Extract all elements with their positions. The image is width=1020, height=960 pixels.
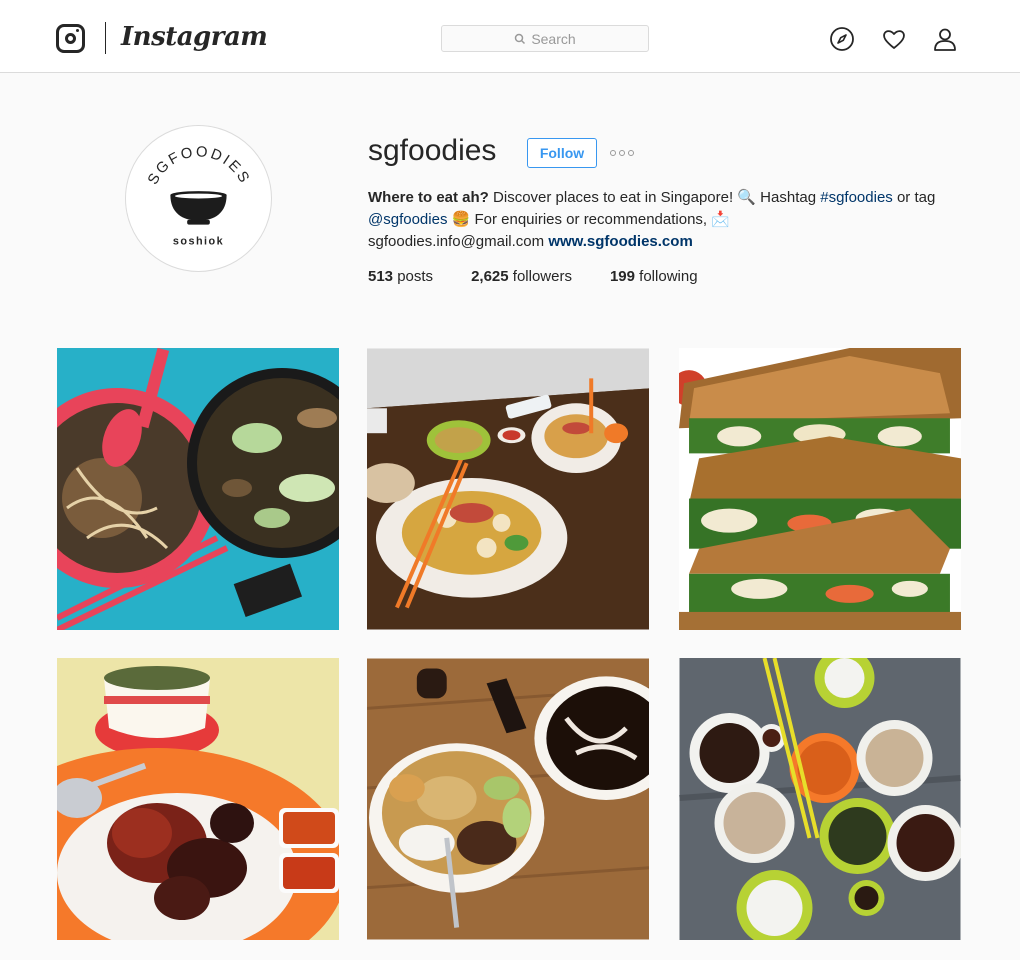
post-tile[interactable] (57, 658, 339, 940)
post-tile[interactable] (367, 658, 649, 940)
mention-link[interactable]: @sgfoodies (368, 211, 447, 228)
hashtag-link[interactable]: #sgfoodies (820, 189, 893, 206)
magnifier-emoji: 🔍 (737, 189, 757, 206)
bio-text: or tag (892, 189, 936, 206)
search-input[interactable]: Search (441, 25, 649, 52)
search-icon (515, 33, 526, 44)
post-tile[interactable] (367, 348, 649, 630)
followers-stat[interactable]: 2,625 followers (471, 268, 572, 285)
bio-lead: Where to eat ah? (368, 189, 489, 206)
post-image (679, 658, 961, 940)
post-image (679, 348, 961, 630)
post-image (57, 658, 339, 940)
mail-emoji: 📩 (711, 211, 730, 228)
bio-text: Hashtag (756, 189, 821, 206)
more-options-icon[interactable] (610, 148, 636, 158)
bio-text: Discover places to eat in Singapore! (488, 189, 738, 206)
post-image (367, 348, 649, 630)
follow-button[interactable]: Follow (527, 138, 597, 168)
bio-text: For enquiries or recommendations, (470, 211, 712, 228)
profile-avatar[interactable]: SGFOODIES soshiok (125, 125, 272, 272)
post-tile[interactable] (679, 658, 961, 940)
profile-username: sgfoodies (368, 134, 497, 167)
instagram-wordmark[interactable]: Instagram (121, 22, 268, 52)
burger-emoji: 🍔 (451, 211, 471, 228)
top-navigation-bar: Instagram Search (0, 0, 1020, 73)
following-stat[interactable]: 199 following (610, 268, 698, 285)
post-image (367, 658, 649, 940)
post-image (57, 348, 339, 630)
avatar-ring-text: SGFOODIES (145, 144, 250, 187)
sgfoodies-logo: SGFOODIES soshiok (145, 144, 253, 247)
website-link[interactable]: www.sgfoodies.com (548, 233, 692, 250)
profile-bio: Where to eat ah? Discover places to eat … (368, 187, 958, 253)
bio-email: sgfoodies.info@gmail.com (368, 233, 545, 250)
search-placeholder: Search (531, 30, 576, 47)
post-tile[interactable] (679, 348, 961, 630)
posts-stat: 513 posts (368, 268, 434, 285)
svg-text:SGFOODIES: SGFOODIES (145, 144, 253, 187)
heart-icon[interactable] (881, 26, 907, 52)
instagram-camera-icon[interactable] (56, 24, 85, 53)
compass-icon[interactable] (829, 26, 855, 52)
logo-divider (105, 22, 106, 54)
profile-icon[interactable] (932, 26, 958, 52)
post-tile[interactable] (57, 348, 339, 630)
profile-stats: 513 posts 2,625 followers 199 following (368, 268, 736, 285)
avatar-tagline: soshiok (173, 235, 224, 247)
